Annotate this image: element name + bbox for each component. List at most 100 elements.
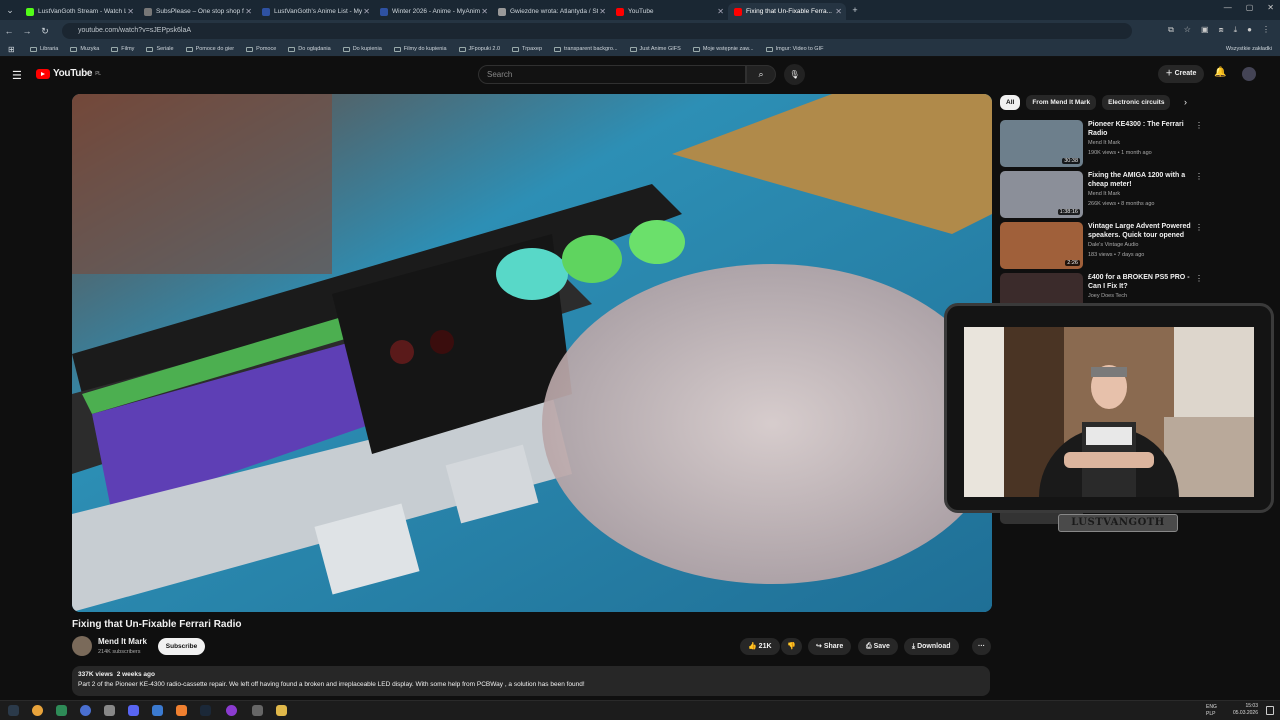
steam-icon[interactable]: [200, 705, 211, 716]
chrome-icon[interactable]: [32, 705, 43, 716]
tab-close-icon[interactable]: ✕: [599, 7, 606, 16]
clock[interactable]: 15:03 05.03.2026: [1233, 703, 1258, 717]
language-indicator[interactable]: ENG PLP: [1206, 704, 1217, 718]
bookmark-item[interactable]: Muzyka: [70, 46, 99, 52]
browser-tab[interactable]: Gwiezdne wrota: Atlantyda / St... ✕: [492, 3, 610, 20]
browser-tab[interactable]: SubsPlease – One stop shop fo... ✕: [138, 3, 256, 20]
tab-close-icon[interactable]: ✕: [127, 7, 134, 16]
tab-close-icon[interactable]: ✕: [245, 7, 252, 16]
more-options-icon[interactable]: ⋮: [1195, 274, 1203, 283]
rec-channel[interactable]: Joey Does Tech: [1088, 293, 1127, 299]
recommendation-item[interactable]: 30:38 Pioneer KE4300 : The Ferrari Radio M…: [1000, 118, 1210, 169]
download-button[interactable]: ⤓ Download: [904, 638, 959, 655]
rec-title[interactable]: £400 for a BROKEN PS5 PRO - Can I Fix It…: [1088, 273, 1196, 291]
app-icon-3[interactable]: [104, 705, 115, 716]
bookmark-item[interactable]: Pomoce do gier: [185, 46, 234, 52]
video-thumbnail[interactable]: 1:38:16: [1000, 171, 1083, 218]
notifications-bell-icon[interactable]: 🔔: [1214, 67, 1226, 78]
minimize-icon[interactable]: —: [1224, 3, 1232, 12]
notification-center-icon[interactable]: [1266, 706, 1274, 715]
bookmark-item[interactable]: Filmy do kupienia: [393, 46, 447, 52]
extensions-puzzle-icon[interactable]: ⧈: [1219, 25, 1224, 35]
filter-chip[interactable]: From Mend It Mark: [1026, 95, 1097, 110]
vlc-icon[interactable]: [176, 705, 187, 716]
profile-icon[interactable]: ●: [1247, 25, 1252, 35]
youtube-logo[interactable]: YouTube PL: [36, 68, 101, 79]
new-tab-button[interactable]: +: [846, 5, 864, 15]
bookmark-item[interactable]: Do kupienia: [342, 46, 382, 52]
more-actions-button[interactable]: ···: [972, 638, 991, 655]
install-app-icon[interactable]: ⧉: [1168, 25, 1174, 35]
app-icon-2[interactable]: [80, 705, 91, 716]
bookmark-item[interactable]: Pomoce: [246, 46, 276, 52]
recommendation-item[interactable]: 2:26 Vintage Large Advent Powered speaker…: [1000, 220, 1210, 271]
tab-close-icon[interactable]: ✕: [363, 7, 370, 16]
discord-icon[interactable]: [128, 705, 139, 716]
app-icon-1[interactable]: [56, 705, 67, 716]
subscribe-button[interactable]: Subscribe: [158, 638, 205, 655]
rec-title[interactable]: Vintage Large Advent Powered speakers. Q…: [1088, 222, 1196, 241]
bookmark-item[interactable]: Do oglądania: [288, 46, 331, 52]
browser-tab[interactable]: LustVanGoth's Anime List - My... ✕: [256, 3, 374, 20]
rec-title[interactable]: Pioneer KE4300 : The Ferrari Radio: [1088, 120, 1196, 138]
more-options-icon[interactable]: ⋮: [1195, 223, 1203, 232]
bookmark-item[interactable]: transparent backgro...: [554, 46, 618, 52]
tab-close-icon[interactable]: ✕: [717, 7, 724, 16]
bookmark-item[interactable]: Seriale: [146, 46, 174, 52]
rec-channel[interactable]: Dale's Vintage Audio: [1088, 242, 1139, 248]
voice-search-button[interactable]: 🎙: [784, 64, 805, 85]
reload-icon[interactable]: ↻: [36, 26, 54, 37]
url-field[interactable]: youtube.com/watch?v=sJEPpsk6laA: [62, 23, 1132, 39]
bookmark-item[interactable]: Trpaxep: [512, 46, 542, 52]
video-player[interactable]: [72, 94, 992, 612]
extension-icon[interactable]: ▣: [1201, 25, 1209, 35]
chips-next-icon[interactable]: ›: [1184, 97, 1187, 107]
browser-tab[interactable]: Fixing that Un-Fixable Ferra... ✕: [728, 3, 846, 20]
windows-start-icon[interactable]: [8, 705, 19, 716]
close-window-icon[interactable]: ✕: [1267, 3, 1274, 12]
bookmark-item[interactable]: Filmy: [111, 46, 134, 52]
channel-avatar[interactable]: [72, 636, 92, 656]
save-button[interactable]: ⎙ Save: [858, 638, 898, 655]
menu-dots-icon[interactable]: ⋮: [1262, 25, 1270, 35]
dislike-button[interactable]: 👎: [781, 638, 802, 655]
hamburger-menu-icon[interactable]: ☰: [12, 69, 22, 82]
browser-tab[interactable]: LustVanGoth Stream - Watch L... ✕: [20, 3, 138, 20]
maximize-icon[interactable]: ▢: [1246, 3, 1254, 12]
like-button[interactable]: 👍 21K: [740, 638, 780, 655]
bookmark-item[interactable]: Libraria: [30, 46, 58, 52]
browser-tab[interactable]: YouTube ✕: [610, 3, 728, 20]
tab-close-icon[interactable]: ✕: [835, 7, 842, 16]
rec-title[interactable]: Fixing the AMIGA 1200 with a cheap meter…: [1088, 171, 1196, 189]
app-icon-4[interactable]: [152, 705, 163, 716]
apps-grid-icon[interactable]: ⊞: [8, 45, 15, 54]
bookmark-item[interactable]: Moje wstępnie zaw...: [692, 46, 754, 52]
bookmark-item[interactable]: JFpopuki 2.0: [458, 46, 500, 52]
app-icon-5[interactable]: [252, 705, 263, 716]
bookmark-item[interactable]: Just Anime GIFS: [629, 46, 681, 52]
channel-name[interactable]: Mend It Mark: [98, 637, 147, 646]
description-box[interactable]: 337K views 2 weeks ago Part 2 of the Pio…: [72, 666, 990, 696]
tab-search-icon[interactable]: ⌄: [0, 5, 20, 16]
rec-channel[interactable]: Mend It Mark: [1088, 191, 1120, 197]
forward-icon[interactable]: →: [18, 26, 36, 36]
share-button[interactable]: ↪ Share: [808, 638, 852, 655]
account-avatar[interactable]: [1242, 67, 1256, 81]
browser-tab[interactable]: Winter 2026 - Anime - MyAnim... ✕: [374, 3, 492, 20]
more-options-icon[interactable]: ⋮: [1195, 121, 1203, 130]
search-input[interactable]: Search: [478, 65, 746, 84]
back-icon[interactable]: ←: [0, 26, 18, 36]
file-explorer-icon[interactable]: [276, 705, 287, 716]
downloads-icon[interactable]: ⤓: [1234, 25, 1238, 35]
filter-chip[interactable]: All: [1000, 95, 1021, 110]
all-bookmarks-link[interactable]: Wszystkie zakładki: [1226, 46, 1272, 52]
filter-chip[interactable]: Electronic circuits: [1102, 95, 1171, 110]
create-button[interactable]: ＋ Create: [1158, 65, 1204, 83]
video-thumbnail[interactable]: 2:26: [1000, 222, 1083, 269]
obs-icon[interactable]: [226, 705, 237, 716]
bookmark-item[interactable]: Imgur: Video to GIF: [765, 46, 823, 52]
tab-close-icon[interactable]: ✕: [481, 7, 488, 16]
video-thumbnail[interactable]: 30:38: [1000, 120, 1083, 167]
recommendation-item[interactable]: 1:38:16 Fixing the AMIGA 1200 with a chea…: [1000, 169, 1210, 220]
bookmark-star-icon[interactable]: ☆: [1184, 25, 1191, 35]
